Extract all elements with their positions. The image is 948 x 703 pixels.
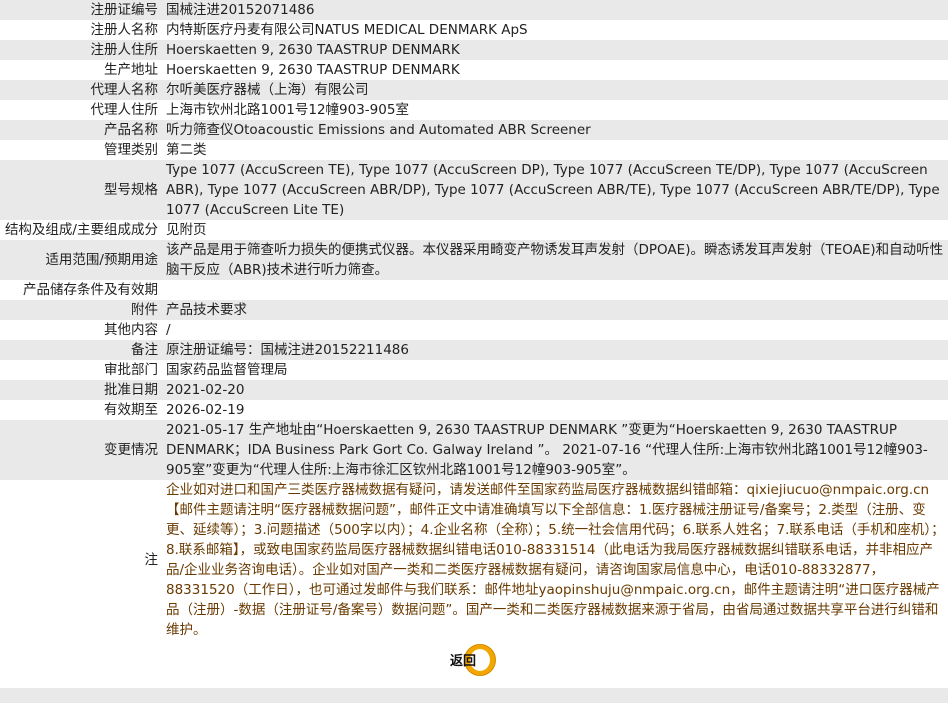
field-value — [162, 280, 948, 300]
field-label: 产品名称 — [0, 120, 162, 140]
field-value: 听力筛查仪Otoacoustic Emissions and Automated… — [162, 120, 948, 140]
table-row: 产品储存条件及有效期 — [0, 280, 948, 300]
field-value: 国家药品监督管理局 — [162, 360, 948, 380]
table-row: 附件 产品技术要求 — [0, 300, 948, 320]
field-value: / — [162, 320, 948, 340]
table-row: 备注 原注册证编号：国械注进20152211486 — [0, 340, 948, 360]
field-label: 变更情况 — [0, 420, 162, 480]
table-row: 型号规格 Type 1077 (AccuScreen TE), Type 1077… — [0, 160, 948, 220]
field-label: 批准日期 — [0, 380, 162, 400]
field-value: 产品技术要求 — [162, 300, 948, 320]
table-row: 产品名称 听力筛查仪Otoacoustic Emissions and Autom… — [0, 120, 948, 140]
field-label: 注 — [0, 480, 162, 640]
field-value: 2021-02-20 — [162, 380, 948, 400]
field-label: 生产地址 — [0, 60, 162, 80]
field-label: 代理人住所 — [0, 100, 162, 120]
field-value: 内特斯医疗丹麦有限公司NATUS MEDICAL DENMARK ApS — [162, 20, 948, 40]
field-label: 其他内容 — [0, 320, 162, 340]
field-label: 型号规格 — [0, 160, 162, 220]
field-value: 企业如对进口和国产三类医疗器械数据有疑问，请发送邮件至国家药监局医疗器械数据纠错… — [162, 480, 948, 640]
field-label: 代理人名称 — [0, 80, 162, 100]
table-row: 有效期至 2026-02-19 — [0, 400, 948, 420]
field-label: 审批部门 — [0, 360, 162, 380]
table-row: 管理类别 第二类 — [0, 140, 948, 160]
table-row: 审批部门 国家药品监督管理局 — [0, 360, 948, 380]
field-label: 产品储存条件及有效期 — [0, 280, 162, 300]
field-label: 结构及组成/主要组成成分 — [0, 220, 162, 240]
field-label: 管理类别 — [0, 140, 162, 160]
field-value: 2026-02-19 — [162, 400, 948, 420]
device-registration-table: 注册证编号 国械注进20152071486 注册人名称 内特斯医疗丹麦有限公司NATU… — [0, 0, 948, 640]
field-value: 2021-05-17 生产地址由“Hoerskaetten 9, 2630 TA… — [162, 420, 948, 480]
footer-bar — [0, 688, 948, 703]
field-value: 国械注进20152071486 — [162, 0, 948, 20]
back-row: 返回 — [0, 640, 948, 684]
field-label: 注册证编号 — [0, 0, 162, 20]
table-row: 注册人住所 Hoerskaetten 9, 2630 TAASTRUP DENMA… — [0, 40, 948, 60]
table-row: 注册证编号 国械注进20152071486 — [0, 0, 948, 20]
table-row: 代理人名称 尔听美医疗器械（上海）有限公司 — [0, 80, 948, 100]
field-value: Hoerskaetten 9, 2630 TAASTRUP DENMARK — [162, 60, 948, 80]
field-value: 原注册证编号：国械注进20152211486 — [162, 340, 948, 360]
field-label: 注册人住所 — [0, 40, 162, 60]
table-row: 批准日期 2021-02-20 — [0, 380, 948, 400]
field-label: 注册人名称 — [0, 20, 162, 40]
field-value: 见附页 — [162, 220, 948, 240]
field-value: Hoerskaetten 9, 2630 TAASTRUP DENMARK — [162, 40, 948, 60]
table-row: 注企业如对进口和国产三类医疗器械数据有疑问，请发送邮件至国家药监局医疗器械数据纠… — [0, 480, 948, 640]
field-value: 该产品是用于筛查听力损失的便携式仪器。本仪器采用畸变产物诱发耳声发射（DPOAE… — [162, 240, 948, 280]
field-value: 尔听美医疗器械（上海）有限公司 — [162, 80, 948, 100]
field-value: Type 1077 (AccuScreen TE), Type 1077 (Ac… — [162, 160, 948, 220]
table-row: 结构及组成/主要组成成分 见附页 — [0, 220, 948, 240]
back-button-label: 返回 — [450, 654, 477, 669]
table-row: 其他内容 / — [0, 320, 948, 340]
table-row: 适用范围/预期用途 该产品是用于筛查听力损失的便携式仪器。本仪器采用畸变产物诱发耳… — [0, 240, 948, 280]
table-row: 变更情况 2021-05-17 生产地址由“Hoerskaetten 9, 263… — [0, 420, 948, 480]
field-label: 适用范围/预期用途 — [0, 240, 162, 280]
table-row: 生产地址 Hoerskaetten 9, 2630 TAASTRUP DENMAR… — [0, 60, 948, 80]
table-row: 注册人名称 内特斯医疗丹麦有限公司NATUS MEDICAL DENMARK Ap… — [0, 20, 948, 40]
field-value: 上海市钦州北路1001号12幢903-905室 — [162, 100, 948, 120]
field-value: 第二类 — [162, 140, 948, 160]
table-row: 代理人住所 上海市钦州北路1001号12幢903-905室 — [0, 100, 948, 120]
field-label: 附件 — [0, 300, 162, 320]
field-label: 备注 — [0, 340, 162, 360]
back-button[interactable]: 返回 — [450, 644, 496, 676]
field-label: 有效期至 — [0, 400, 162, 420]
